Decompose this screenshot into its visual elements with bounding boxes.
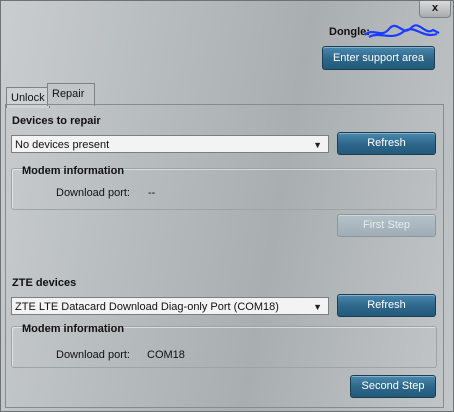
repair-download-port-label: Download port: (56, 187, 130, 199)
second-step-button[interactable]: Second Step (350, 375, 436, 398)
zte-refresh-button[interactable]: Refresh (337, 294, 436, 317)
first-step-button[interactable]: First Step (337, 214, 436, 237)
filter-arrow-icon: ▼ (313, 140, 322, 150)
repair-modem-info-title: Modem information (22, 165, 125, 177)
repair-refresh-button[interactable]: Refresh (337, 132, 436, 155)
zte-devices-title: ZTE devices (12, 277, 77, 289)
repair-modem-info-group: Modem information Download port: -- (11, 165, 437, 210)
repair-panel: Devices to repair No devices present ▼ R… (5, 104, 444, 408)
zte-download-port-value: COM18 (147, 349, 185, 361)
close-button[interactable]: x (419, 1, 451, 18)
zte-device-select[interactable]: ZTE LTE Datacard Download Diag-only Port… (11, 297, 329, 315)
repair-device-select[interactable]: No devices present ▼ (11, 135, 329, 153)
dongle-tool-window: x Dongle: Enter support area Unlock Repa… (0, 0, 454, 412)
zte-device-select-value: ZTE LTE Datacard Download Diag-only Port… (15, 301, 279, 313)
tab-repair[interactable]: Repair (47, 83, 95, 106)
zte-download-port-label: Download port: (56, 349, 130, 361)
redaction-scribble (364, 24, 440, 39)
devices-to-repair-title: Devices to repair (12, 115, 101, 127)
zte-modem-info-title: Modem information (22, 323, 125, 335)
repair-device-select-value: No devices present (15, 139, 110, 151)
filter-arrow-icon: ▼ (313, 302, 322, 312)
enter-support-area-button[interactable]: Enter support area (322, 46, 435, 70)
repair-download-port-value: -- (148, 187, 156, 199)
zte-modem-info-group: Modem information Download port: COM18 (11, 323, 437, 368)
